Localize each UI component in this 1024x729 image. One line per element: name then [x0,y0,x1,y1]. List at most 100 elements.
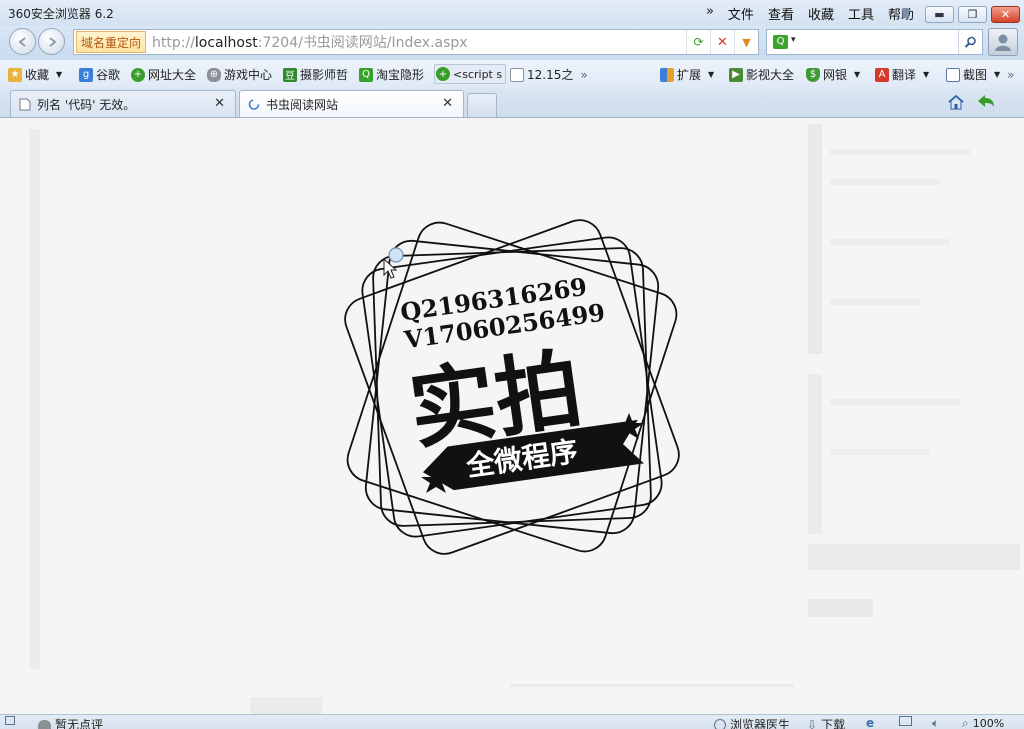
favorites-label: 收藏 [25,68,50,82]
forward-arrow-icon [48,36,57,47]
fav-label: 谷歌 [96,68,121,82]
fav-url-directory[interactable]: + 网址大全 [131,66,196,83]
window-mode-button[interactable] [899,716,912,726]
menu-bar: » 文件 查看 收藏 工具 帮助 [706,4,914,23]
chevron-down-icon: ▼ [56,70,63,79]
shield-icon: $ [806,67,820,82]
stop-icon: ✕ [717,34,728,50]
ie-mode-button[interactable]: e [866,716,874,729]
new-tab-button[interactable] [467,93,497,117]
tab-label: 列名 '代码' 无效。 [37,97,136,112]
restore-button[interactable]: ❐ [958,6,987,23]
home-button[interactable] [946,93,966,111]
fav-photographer[interactable]: 豆 摄影师哲 [283,66,348,83]
bank-button[interactable]: $ 网银 ▼ [806,66,860,83]
chevron-down-icon: ▼ [708,70,715,79]
undo-close-button[interactable] [976,93,996,111]
title-bar: 360安全浏览器 6.2 » 文件 查看 收藏 工具 帮助 ▬ ❐ ✕ [0,0,1024,26]
close-tab-icon[interactable]: ✕ [442,96,453,111]
douban-icon: 豆 [283,67,297,82]
search-button[interactable] [958,30,982,54]
tab-label: 书虫阅读网站 [266,97,339,112]
zoom-level: 100% [972,717,1005,729]
play-icon: ▶ [729,67,743,82]
avatar-icon [995,34,1011,51]
stop-button[interactable]: ✕ [710,30,734,54]
search-green-icon: Q [359,67,373,82]
speaker-icon: 🔈︎ [932,716,940,729]
ghost-artifact [830,399,960,405]
video-button[interactable]: ▶ 影视大全 [729,66,794,83]
fav-taobao[interactable]: Q 淘宝隐形 [359,66,424,83]
menu-favorites[interactable]: 收藏 [808,4,834,23]
translate-label: 翻译 [892,68,917,82]
extensions-label: 扩展 [677,68,702,82]
fav-label: 淘宝隐形 [376,68,425,82]
window-controls: ▬ ❐ ✕ [925,6,1020,23]
minimize-button[interactable]: ▬ [925,6,954,23]
fav-google[interactable]: g 谷歌 [79,66,120,83]
fav-label: 游戏中心 [224,68,273,82]
dropdown-button[interactable]: ▼ [734,30,758,54]
favorites-more[interactable]: » [580,68,587,82]
grid-icon [660,67,674,82]
chevron-down-icon: ▼ [994,70,1001,79]
close-icon: ✕ [1000,8,1011,21]
google-icon: g [79,67,93,82]
chevron-down-icon: ▼ [854,70,861,79]
tab-bookworm[interactable]: 书虫阅读网站 ✕ [239,90,464,117]
download-button[interactable]: ⇩ 下载 [807,716,845,729]
chevron-down-icon: ▼ [742,35,751,49]
menu-file[interactable]: 文件 [728,4,754,23]
engine-dropdown-icon[interactable]: ▾ [791,35,796,45]
review-icon [38,719,51,729]
refresh-button[interactable]: ⟳ [686,30,710,54]
download-icon: ⇩ [807,717,818,729]
doctor-label: 浏览器医生 [730,718,791,729]
skin-icon[interactable] [900,7,912,19]
ghost-artifact [808,599,873,617]
ghost-artifact [250,697,322,714]
bank-label: 网银 [823,68,848,82]
menu-more[interactable]: » [706,4,714,23]
360-icon: + [436,67,450,81]
menu-tools[interactable]: 工具 [848,4,874,23]
screenshot-icon [946,67,960,82]
loading-icon [248,98,260,110]
window-title: 360安全浏览器 6.2 [8,7,114,21]
volume-button[interactable]: 🔈︎ [932,716,939,729]
fav-game-center[interactable]: ⊕ 游戏中心 [207,66,272,83]
fav-1215[interactable]: 12.15之 » [510,66,588,83]
sidebar-toggle[interactable] [5,716,15,725]
search-input[interactable] [803,35,953,51]
screenshot-button[interactable]: 截图 ▼ » [946,66,1015,83]
address-bar[interactable]: 域名重定向 http://localhost:7204/书虫阅读网站/Index… [73,29,759,55]
close-tab-icon[interactable]: ✕ [214,96,225,111]
close-button[interactable]: ✕ [991,6,1020,23]
ghost-artifact [830,299,920,305]
toolbar-more[interactable]: » [1007,68,1014,82]
fav-script[interactable]: + <script s [434,64,507,84]
menu-view[interactable]: 查看 [768,4,794,23]
zoom-button[interactable]: ⌕ 100% [962,716,1004,729]
page-icon [19,98,31,110]
search-engine-icon[interactable]: Q [773,35,788,49]
forward-button[interactable] [38,28,65,55]
redirect-badge[interactable]: 域名重定向 [76,31,147,53]
url-prefix: http:// [152,35,195,51]
download-label: 下载 [821,718,846,729]
user-button[interactable] [988,28,1018,56]
browser-doctor-button[interactable]: 浏览器医生 [714,716,790,729]
tab-column-error[interactable]: 列名 '代码' 无效。 ✕ [10,90,236,117]
360-icon: + [131,67,145,82]
fav-label: 网址大全 [148,68,197,82]
back-button[interactable] [9,28,36,55]
url-text[interactable]: http://localhost:7204/书虫阅读网站/Index.aspx [152,32,468,52]
translate-button[interactable]: A 翻译 ▼ [875,66,929,83]
favorites-menu[interactable]: ★ 收藏 ▼ [8,66,62,83]
refresh-icon: ⟳ [693,35,704,49]
extensions-menu[interactable]: 扩展 ▼ [660,66,714,83]
chevron-down-icon: ▼ [923,70,930,79]
review-status[interactable]: 暂无点评 [38,716,103,729]
url-host: localhost [194,35,258,51]
